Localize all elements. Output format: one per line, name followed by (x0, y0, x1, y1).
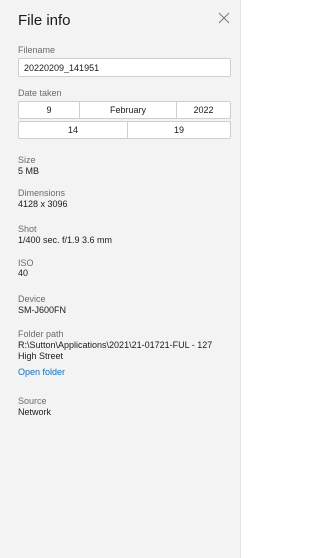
size-label: Size (18, 155, 36, 165)
iso-value: 40 (18, 268, 29, 278)
iso-label: ISO (18, 258, 34, 268)
shot-value: 1/400 sec. f/1.9 3.6 mm (18, 235, 113, 245)
close-button[interactable] (214, 10, 234, 30)
folder-path-value: R:\Sutton\Applications\2021\21-01721-FUL… (18, 340, 213, 361)
panel-title: File info (18, 12, 71, 29)
close-icon (218, 11, 230, 29)
filename-label: Filename (18, 45, 56, 55)
hour-picker[interactable]: 14 (18, 121, 128, 139)
date-taken-label: Date taken (18, 88, 62, 98)
open-folder-link[interactable]: Open folder (18, 367, 65, 377)
folder-path-label: Folder path (18, 329, 64, 339)
dimensions-label: Dimensions (18, 188, 66, 198)
dimensions-value: 4128 x 3096 (18, 199, 68, 209)
device-value: SM-J600FN (18, 305, 67, 315)
year-picker[interactable]: 2022 (176, 101, 231, 119)
device-label: Device (18, 294, 46, 304)
day-picker[interactable]: 9 (18, 101, 80, 119)
filename-input[interactable] (18, 58, 231, 77)
file-info-panel: File info Filename Date taken 9 February… (0, 0, 241, 558)
shot-label: Shot (18, 224, 37, 234)
source-label: Source (18, 396, 47, 406)
size-value: 5 MB (18, 166, 40, 176)
source-value: Network (18, 407, 52, 417)
month-picker[interactable]: February (79, 101, 177, 119)
minute-picker[interactable]: 19 (127, 121, 231, 139)
